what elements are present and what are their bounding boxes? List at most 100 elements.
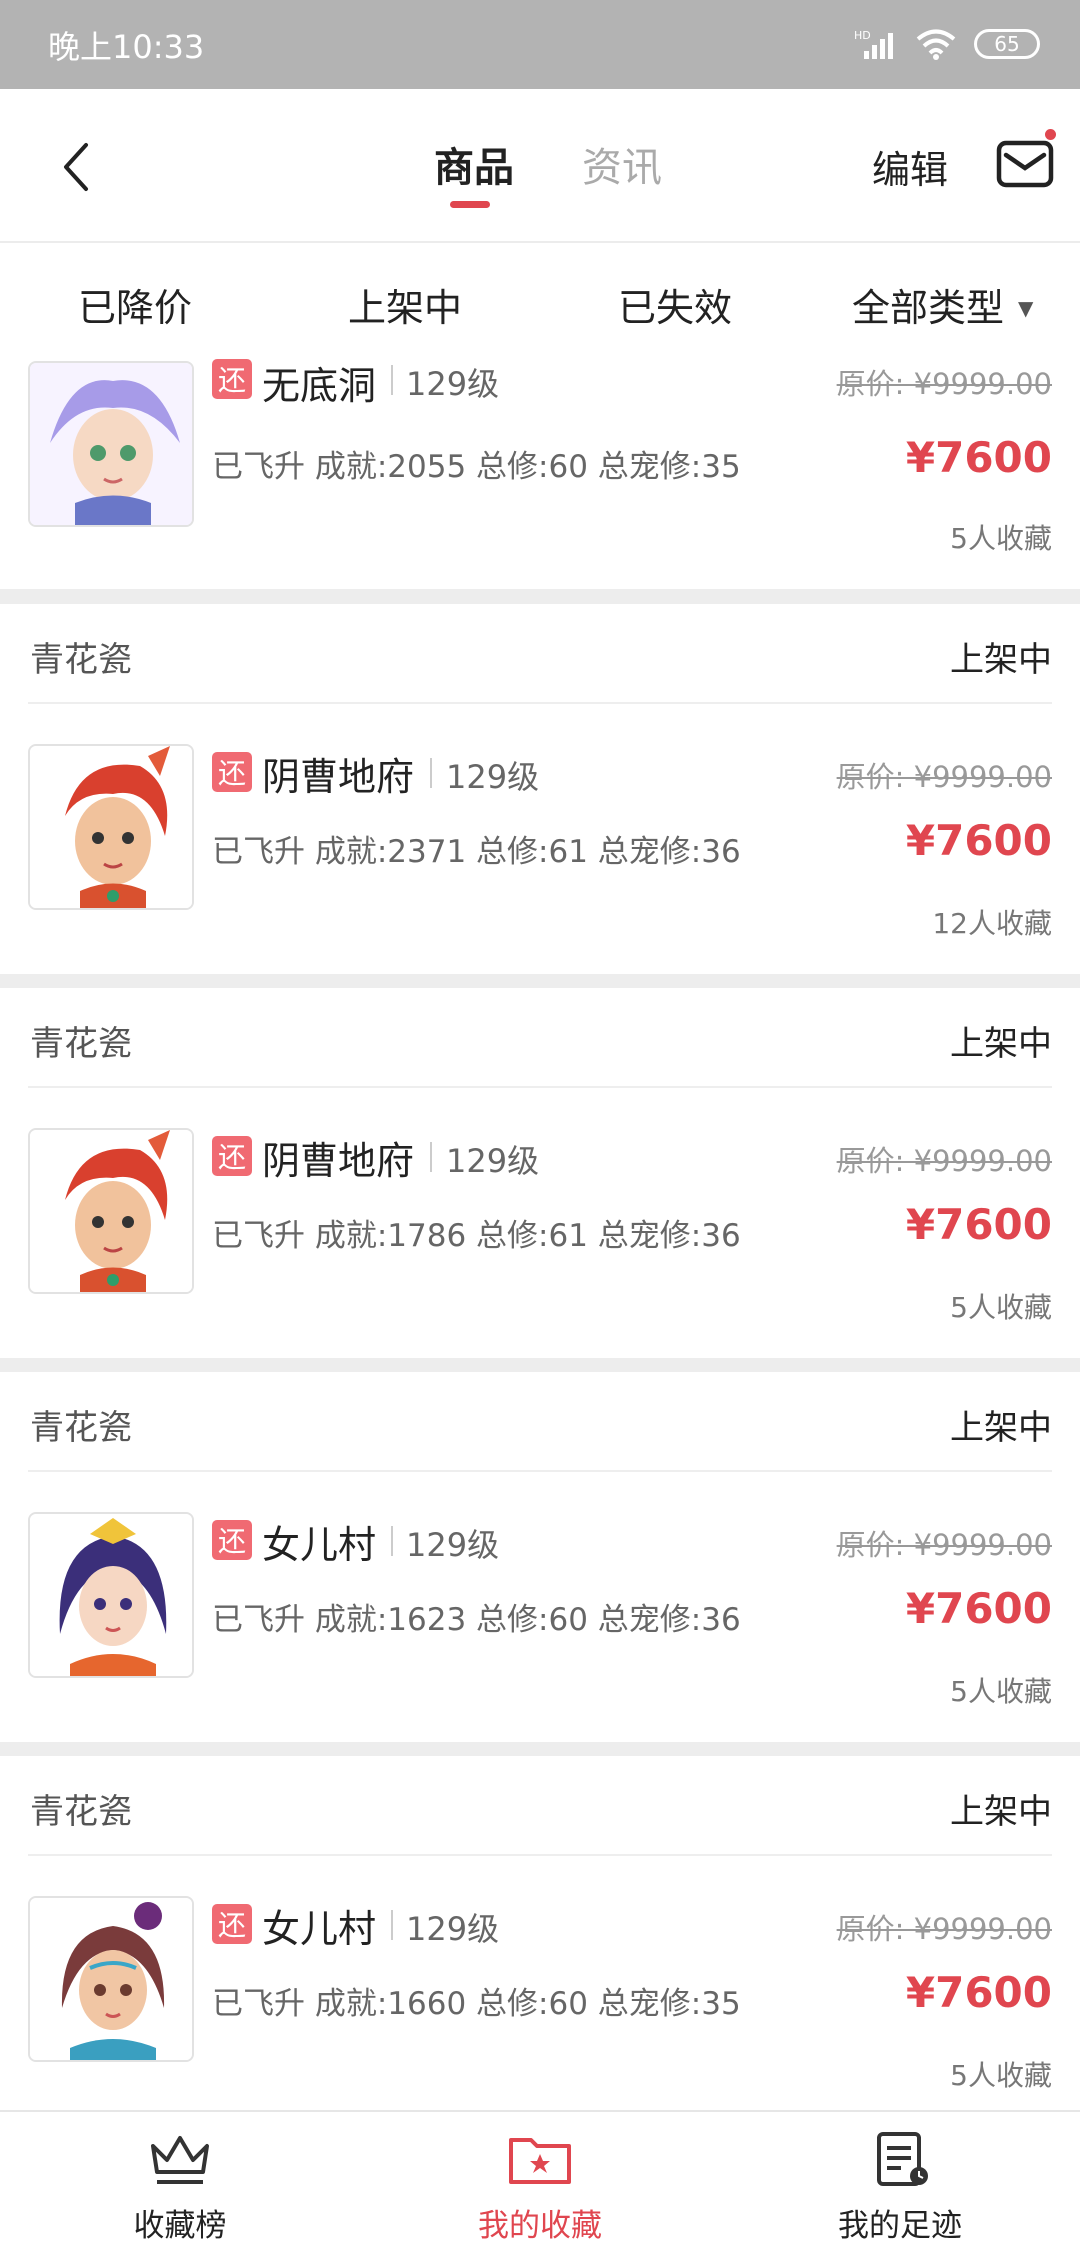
current-price: ¥7600	[905, 433, 1052, 482]
role-level: 129级	[406, 365, 500, 403]
status-bar: 晚上10:33 HD 65	[0, 0, 1080, 89]
edit-button[interactable]: 编辑	[872, 139, 948, 194]
tab-news[interactable]: 资讯	[582, 135, 662, 193]
card-header: 青花瓷 上架中	[28, 1372, 1052, 1472]
caret-down-icon: ▼	[1018, 296, 1034, 320]
battery-level: 65	[994, 32, 1020, 56]
avatar-image	[30, 1514, 192, 1676]
role-summary: 已飞升 成就:1623 总修:60 总宠修:36	[212, 1602, 741, 1638]
wifi-icon	[916, 29, 956, 60]
separator	[391, 1910, 393, 1940]
system-icons: HD 65	[854, 22, 1040, 66]
tag-badge: 还	[212, 1136, 252, 1176]
tag-badge: 还	[212, 1904, 252, 1944]
role-summary: 已飞升 成就:2055 总修:60 总宠修:35	[212, 449, 741, 485]
mail-icon[interactable]	[996, 137, 1054, 191]
original-price: 原价: ¥9999.00	[836, 367, 1052, 401]
role-summary: 已飞升 成就:1786 总修:61 总宠修:36	[212, 1218, 741, 1254]
seller-name: 青花瓷	[30, 640, 132, 680]
role-avatar	[28, 1128, 194, 1294]
type-select[interactable]: 全部类型 ▼	[852, 277, 1033, 332]
type-select-label: 全部类型	[852, 286, 1005, 330]
original-price: 原价: ¥9999.00	[836, 1528, 1052, 1562]
card-header: 青花瓷 上架中	[28, 1756, 1052, 1856]
favorite-count: 5人收藏	[950, 1291, 1052, 1324]
filter-expired[interactable]: 已失效	[618, 277, 732, 332]
network-label: HD	[854, 29, 871, 42]
avatar-image	[30, 1898, 192, 2060]
nav-ranking[interactable]: 收藏榜	[0, 2112, 360, 2248]
server-name: 无底洞	[262, 364, 377, 408]
bottom-navigation: 收藏榜 我的收藏 我的足迹	[0, 2110, 1080, 2248]
original-price: 原价: ¥9999.00	[836, 1912, 1052, 1946]
list-item[interactable]: 青花瓷 上架中 还 女儿村 129级 已飞升 成就:1623 总修:60 总宠修…	[0, 1372, 1080, 1742]
current-price: ¥7600	[905, 1968, 1052, 2017]
crown-icon	[151, 2136, 209, 2184]
favorite-count: 5人收藏	[950, 522, 1052, 555]
list-item[interactable]: 青花瓷 上架中 还 女儿村 129级 已飞升 成就:1660 总修:60 总宠修…	[0, 1756, 1080, 2110]
list-item[interactable]: 青花瓷 上架中 还 阴曹地府 129级 已飞升 成就:1786 总修:61 总宠…	[0, 988, 1080, 1358]
tag-badge: 还	[212, 359, 252, 399]
nav-history-label: 我的足迹	[838, 2208, 962, 2244]
card-header: 青花瓷 上架中	[28, 988, 1052, 1088]
history-doc-icon	[877, 2132, 928, 2186]
list-item[interactable]: 青花瓷 上架中 还 阴曹地府 129级 已飞升 成就:2371 总修:61 总宠…	[0, 604, 1080, 974]
filter-price-drop[interactable]: 已降价	[78, 277, 192, 332]
separator	[430, 758, 432, 788]
listing-status: 上架中	[950, 1792, 1052, 1832]
nav-ranking-label: 收藏榜	[133, 2208, 227, 2244]
current-price: ¥7600	[905, 816, 1052, 865]
battery-icon: 65	[974, 29, 1040, 59]
status-time: 晚上10:33	[48, 28, 205, 66]
server-name: 阴曹地府	[262, 1139, 415, 1183]
favorites-list: 还 无底洞 129级 已飞升 成就:2055 总修:60 总宠修:35 原价: …	[0, 355, 1080, 2110]
role-avatar	[28, 1896, 194, 2062]
tag-badge: 还	[212, 752, 252, 792]
listing-status: 上架中	[950, 1408, 1052, 1448]
avatar-image	[30, 746, 192, 908]
favorite-count: 5人收藏	[950, 1675, 1052, 1708]
role-level: 129级	[446, 1142, 540, 1180]
signal-icon: HD	[854, 29, 893, 59]
separator	[430, 1142, 432, 1172]
filter-on-sale[interactable]: 上架中	[348, 277, 462, 332]
original-price: 原价: ¥9999.00	[836, 760, 1052, 794]
card-header: 青花瓷 上架中	[28, 604, 1052, 704]
separator	[391, 365, 393, 395]
filter-bar: 已降价 上架中 已失效 全部类型 ▼	[0, 243, 1080, 355]
nav-my-favorites-label: 我的收藏	[478, 2208, 602, 2244]
seller-name: 青花瓷	[30, 1024, 132, 1064]
server-name: 女儿村	[262, 1523, 377, 1567]
seller-name: 青花瓷	[30, 1408, 132, 1448]
top-header: 商品 资讯 编辑	[0, 89, 1080, 243]
listing-status: 上架中	[950, 640, 1052, 680]
current-price: ¥7600	[905, 1584, 1052, 1633]
role-summary: 已飞升 成就:2371 总修:61 总宠修:36	[212, 834, 741, 870]
role-avatar	[28, 744, 194, 910]
star-folder-icon	[509, 2138, 571, 2184]
list-item[interactable]: 还 无底洞 129级 已飞升 成就:2055 总修:60 总宠修:35 原价: …	[0, 355, 1080, 589]
nav-my-favorites[interactable]: 我的收藏	[360, 2112, 720, 2248]
role-level: 129级	[406, 1526, 500, 1564]
current-price: ¥7600	[905, 1200, 1052, 1249]
avatar-image	[30, 363, 192, 525]
role-summary: 已飞升 成就:1660 总修:60 总宠修:35	[212, 1986, 741, 2022]
original-price: 原价: ¥9999.00	[836, 1144, 1052, 1178]
tab-goods[interactable]: 商品	[434, 135, 514, 193]
favorite-count: 5人收藏	[950, 2059, 1052, 2092]
unread-dot	[1045, 129, 1056, 140]
server-name: 女儿村	[262, 1907, 377, 1951]
tag-badge: 还	[212, 1520, 252, 1560]
back-arrow-icon[interactable]	[56, 139, 96, 195]
role-level: 129级	[446, 758, 540, 796]
seller-name: 青花瓷	[30, 1792, 132, 1832]
listing-status: 上架中	[950, 1024, 1052, 1064]
separator	[391, 1526, 393, 1556]
nav-history[interactable]: 我的足迹	[720, 2112, 1080, 2248]
server-name: 阴曹地府	[262, 755, 415, 799]
favorite-count: 12人收藏	[932, 907, 1052, 940]
role-level: 129级	[406, 1910, 500, 1948]
role-avatar	[28, 1512, 194, 1678]
active-tab-indicator	[450, 201, 490, 208]
avatar-image	[30, 1130, 192, 1292]
